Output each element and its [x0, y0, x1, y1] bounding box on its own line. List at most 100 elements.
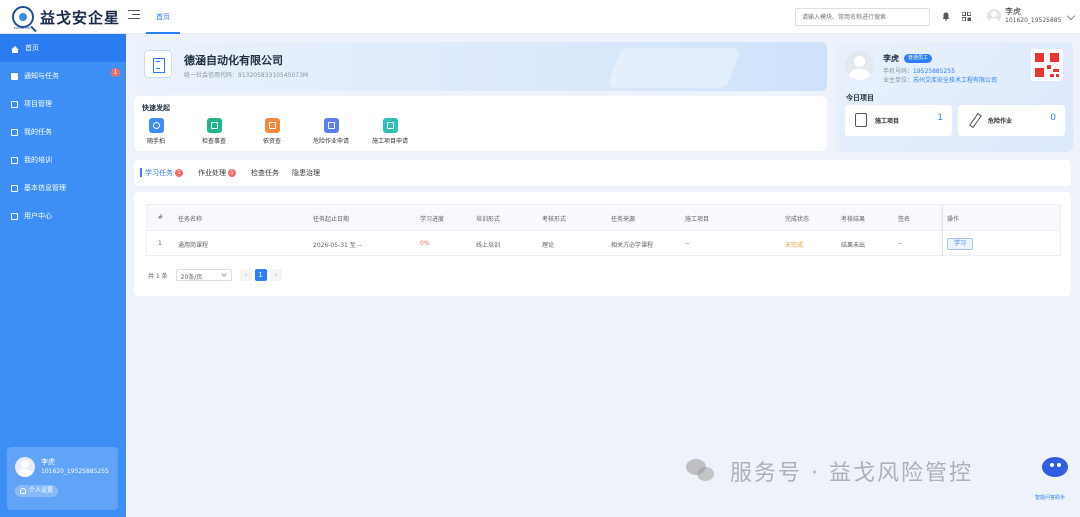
- camera-icon: [148, 118, 164, 133]
- table-cell: 0%: [420, 240, 430, 247]
- sidebar-item-label: 我的培训: [24, 156, 52, 164]
- role-badge: 普通员工: [904, 54, 933, 63]
- table-cell: 结果未出: [841, 242, 866, 249]
- quick-launch-panel: 快速发起 随手拍 检查事查 依资查 危险作业申请 施工项目申请: [134, 96, 827, 151]
- header-cell: 任务起止日期: [313, 216, 350, 223]
- sidebar-item-label: 首页: [25, 44, 39, 52]
- checklist-icon: [855, 113, 867, 127]
- next-page-button[interactable]: ›: [269, 269, 282, 281]
- quick-item-label: 危险作业申请: [312, 138, 349, 145]
- quick-item-snapshot[interactable]: 随手拍: [126, 118, 186, 145]
- chevron-down-icon[interactable]: [1066, 11, 1076, 21]
- document-icon: [11, 212, 18, 220]
- table-row: 1 通用岗课程 2026-05-31 至 -- 0% 线上培训 理论 相关方必学…: [147, 231, 1060, 257]
- quick-item-label: 检查事查: [201, 138, 226, 145]
- stat-construction-projects[interactable]: 施工项目 1: [845, 105, 952, 136]
- stat-hazardous-work[interactable]: 危险作业 0: [958, 105, 1065, 136]
- quick-item-inspection[interactable]: 检查事查: [184, 118, 244, 145]
- header-cell: 学习进度: [420, 216, 445, 223]
- tab-label: 隐患治理: [292, 169, 320, 177]
- header-cell: 考核形式: [542, 216, 567, 223]
- table-cell: --: [898, 240, 903, 247]
- assistant-bot-icon[interactable]: [1040, 455, 1070, 483]
- user-id: 101620_19525885255: [1005, 17, 1061, 24]
- task-table-panel: # 任务名称 任务起止日期 学习进度 培训形式 考核形式 任务来源 施工项目 完…: [134, 192, 1071, 296]
- tab-label: 检查任务: [251, 169, 279, 177]
- menu-toggle-icon[interactable]: [128, 10, 140, 22]
- header-cell: 考核结果: [841, 216, 866, 223]
- app-name: 益戈安企星: [40, 8, 121, 27]
- profile-unit: 业主单位：苏州艾库安全技术工程有限公司: [883, 75, 997, 84]
- bell-icon[interactable]: [942, 12, 950, 21]
- sidebar-item-my-tasks[interactable]: 我的任务: [0, 118, 126, 146]
- document-icon: [11, 156, 18, 164]
- pen-icon: [968, 113, 980, 127]
- stat-label: 施工项目: [875, 118, 900, 125]
- watermark: 服务号 · 益戈风险管控: [686, 455, 973, 487]
- personal-settings-button[interactable]: 个人设置: [15, 485, 59, 497]
- sidebar-item-notifications[interactable]: 通知与任务 1: [0, 62, 126, 90]
- sidebar-item-label: 通知与任务: [24, 72, 59, 80]
- tab-badge: 1: [228, 169, 236, 177]
- logo-subtitle: EGENSTAR: [14, 26, 31, 30]
- quick-item-construction[interactable]: 施工项目申请: [360, 118, 420, 145]
- sidebar: 首页 通知与任务 1 项目管理 我的任务 我的培训 基本信息管理 用户中心 李虎…: [0, 34, 126, 517]
- pagination: 共 1 条 20条/页 ‹ 1 ›: [148, 269, 282, 281]
- header-cell: 操作: [947, 216, 960, 223]
- page-number-button[interactable]: 1: [254, 269, 267, 281]
- tab-home[interactable]: 首页: [146, 0, 180, 34]
- document-icon: [11, 100, 18, 108]
- header-cell: 完成状态: [785, 216, 810, 223]
- person-icon: [20, 488, 26, 494]
- app-logo[interactable]: 益戈安企星: [12, 6, 120, 28]
- notification-badge: 1: [111, 68, 120, 77]
- tab-hazard-governance[interactable]: 隐患治理: [292, 168, 320, 178]
- unit-label: 业主单位：: [883, 77, 914, 84]
- tab-badge: 1: [175, 169, 183, 177]
- table-cell: 理论: [542, 242, 555, 249]
- file-icon: [382, 118, 398, 133]
- header-cell: 施工项目: [685, 216, 710, 223]
- qrcode-icon[interactable]: [1031, 49, 1063, 81]
- tab-work-processing[interactable]: 作业处理 1: [198, 168, 236, 178]
- sidebar-item-training[interactable]: 我的培训: [0, 146, 126, 174]
- profile-name: 李虎: [883, 54, 899, 63]
- sidebar-user-card: 李虎 101620_19525885255 个人设置: [7, 447, 118, 510]
- phone-label: 手机号码：: [883, 68, 914, 75]
- table-cell: 通用岗课程: [178, 242, 209, 249]
- study-button[interactable]: 学习: [947, 238, 974, 250]
- table-cell: 2026-05-31 至 --: [313, 242, 363, 249]
- page-size-value: 20条/页: [180, 274, 203, 281]
- fixed-column-divider: [942, 205, 943, 256]
- user-menu[interactable]: 李虎 101620_19525885255: [987, 7, 1061, 25]
- company-card: 德涵自动化有限公司 统一社会信用代码：91320583310545073M: [134, 42, 827, 91]
- tab-study-tasks[interactable]: 学习任务 1: [140, 168, 183, 178]
- table-cell: 1: [158, 240, 162, 247]
- company-name: 德涵自动化有限公司: [184, 54, 283, 67]
- sidebar-item-basic-info[interactable]: 基本信息管理: [0, 174, 126, 202]
- search-input[interactable]: [795, 8, 930, 26]
- quick-item-hazardous-work[interactable]: 危险作业申请: [301, 118, 361, 145]
- clipboard-icon: [206, 118, 222, 133]
- sidebar-item-user-center[interactable]: 用户中心: [0, 202, 126, 230]
- quick-item-audit[interactable]: 依资查: [242, 118, 302, 145]
- header-cell: 任务名称: [178, 216, 203, 223]
- page-size-select[interactable]: 20条/页: [175, 269, 232, 281]
- tab-inspection-tasks[interactable]: 检查任务: [251, 168, 279, 178]
- sidebar-user-name: 李虎: [41, 458, 55, 466]
- task-table: # 任务名称 任务起止日期 学习进度 培训形式 考核形式 任务来源 施工项目 完…: [146, 204, 1061, 256]
- sidebar-item-projects[interactable]: 项目管理: [0, 90, 126, 118]
- avatar: [845, 51, 874, 80]
- watermark-text: 服务号 · 益戈风险管控: [730, 461, 973, 486]
- prev-page-button[interactable]: ‹: [239, 269, 252, 281]
- sidebar-item-home[interactable]: 首页: [0, 34, 126, 62]
- qrcode-icon[interactable]: [962, 12, 971, 21]
- grid-icon: [11, 72, 18, 80]
- sidebar-item-label: 基本信息管理: [24, 184, 66, 192]
- table-cell: 未完成: [785, 242, 804, 249]
- stat-label: 危险作业: [988, 118, 1013, 125]
- document-icon: [11, 184, 18, 192]
- unit-value: 苏州艾库安全技术工程有限公司: [913, 77, 998, 84]
- user-name: 李虎: [1005, 7, 1021, 16]
- table-header: # 任务名称 任务起止日期 学习进度 培训形式 考核形式 任务来源 施工项目 完…: [147, 205, 1060, 231]
